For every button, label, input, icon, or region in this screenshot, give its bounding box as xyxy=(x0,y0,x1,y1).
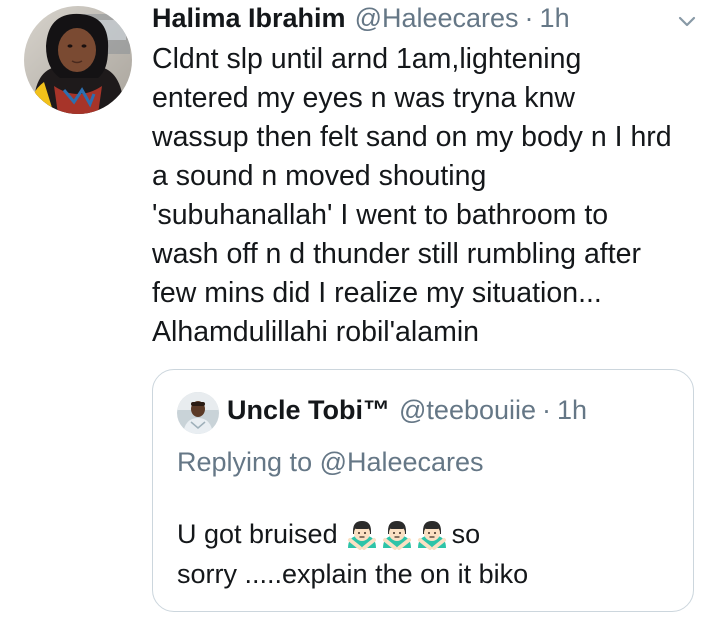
quoted-tweet-timestamp[interactable]: 1h xyxy=(557,394,587,426)
replying-to-text: Replying to @Haleecares xyxy=(177,447,484,477)
quoted-tweet-header: Uncle Tobi™ @teebouiie · 1h xyxy=(227,394,587,426)
tweet-body-line: entered my eyes n was tryna knw xyxy=(152,82,575,114)
tweet-body-line: Cldnt slp until arnd 1am,lightening xyxy=(152,43,582,75)
tweet-body-line: wassup then felt sand on my body n I hrd xyxy=(152,121,672,153)
quoted-tweet-body: U got bruised so sorry .....explain the … xyxy=(177,514,528,594)
quoted-body-line-1: U got bruised so xyxy=(177,514,528,554)
man-gesturing-no-emoji xyxy=(347,521,376,550)
quoted-author-avatar[interactable] xyxy=(177,392,219,434)
tweet-body: Cldnt slp until arnd 1am,lightening ente… xyxy=(152,40,712,352)
tweet-body-line: few mins did I realize my situation... xyxy=(152,277,602,309)
tweet-body-line: wash off n d thunder still rumbling afte… xyxy=(152,238,641,270)
author-handle[interactable]: @Haleecares xyxy=(355,2,519,34)
chevron-down-icon[interactable] xyxy=(674,10,700,32)
quoted-author-display-name[interactable]: Uncle Tobi™ xyxy=(227,394,390,426)
tweet-body-line: 'subuhanallah' I went to bathroom to xyxy=(152,199,609,231)
tweet-body-line: Alhamdulillahi robil'alamin xyxy=(152,316,480,348)
man-gesturing-no-emoji xyxy=(417,521,446,550)
tweet-body-line: a sound n moved shouting xyxy=(152,160,487,192)
author-avatar[interactable] xyxy=(24,6,132,114)
quoted-body-text: U got bruised xyxy=(177,519,338,549)
man-gesturing-no-emoji xyxy=(382,521,411,550)
header-separator: · xyxy=(524,3,534,33)
quoted-author-handle[interactable]: @teebouiie xyxy=(399,394,536,426)
quoted-body-text: so xyxy=(451,519,481,549)
quoted-body-line-2: sorry .....explain the on it biko xyxy=(177,554,528,594)
quoted-tweet-card[interactable]: Uncle Tobi™ @teebouiie · 1h Replying to … xyxy=(152,369,694,612)
quoted-body-text: sorry .....explain the on it biko xyxy=(177,559,529,589)
tweet-header: Halima Ibrahim @Haleecares · 1h xyxy=(152,2,570,34)
tweet-timestamp[interactable]: 1h xyxy=(540,2,570,34)
tweet[interactable]: Halima Ibrahim @Haleecares · 1h Cldnt sl… xyxy=(0,0,720,621)
author-display-name[interactable]: Halima Ibrahim xyxy=(152,2,346,34)
quoted-header-separator: · xyxy=(542,395,552,425)
